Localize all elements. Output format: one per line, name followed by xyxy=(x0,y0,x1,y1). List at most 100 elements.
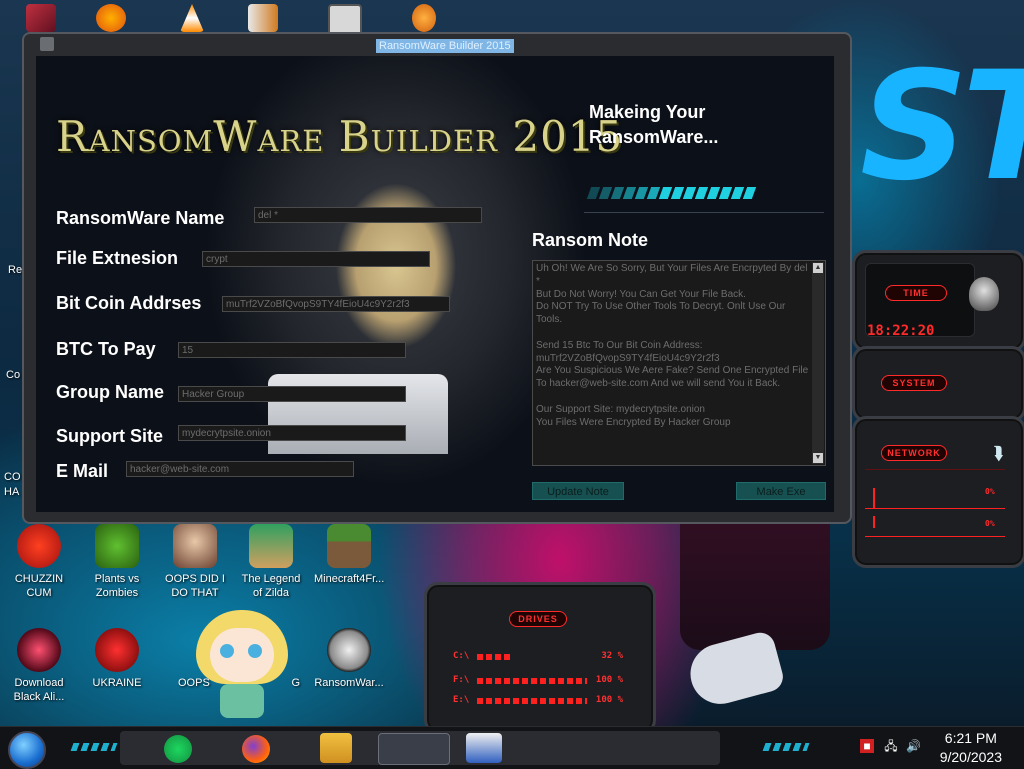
ransomware-name-label: RansomWare Name xyxy=(56,208,225,228)
note-line: Send 15 Btc To Our Bit Coin Address: muT… xyxy=(536,339,720,364)
desktop-icon-label: Download Black Ali... xyxy=(13,677,65,703)
drive-bar xyxy=(477,698,587,704)
desktop-icon-ransomware[interactable]: RansomWar... xyxy=(314,628,384,690)
support-site-input[interactable]: mydecrytpsite.onion xyxy=(178,425,406,441)
alien-download-icon xyxy=(17,628,61,672)
email-input[interactable]: hacker@web-site.com xyxy=(126,461,354,477)
taskbar-clock[interactable]: 6:21 PM 9/20/2023 xyxy=(940,729,1002,767)
desktop-icon-label: Plants vs Zombies xyxy=(94,573,140,599)
file-extension-input[interactable]: crypt xyxy=(202,251,430,267)
ransomware-taskbar-icon[interactable] xyxy=(378,733,450,765)
btc-to-pay-label: BTC To Pay xyxy=(56,339,156,359)
start-button[interactable] xyxy=(8,731,46,769)
desktop-icon-label: UKRAINE xyxy=(92,677,142,689)
note-line: You Files Were Encrypted By Hacker Group xyxy=(536,416,731,428)
desktop-icon-minecraft[interactable]: Minecraft4Fr... xyxy=(314,524,384,586)
note-line xyxy=(536,327,809,340)
desktop-icon-chuzzin[interactable]: CHUZZIN CUM xyxy=(4,524,74,600)
side-label-2: Co xyxy=(6,369,21,381)
side-label-4: HA xyxy=(4,486,20,498)
window-title: RansomWare Builder 2015 xyxy=(376,39,514,53)
scroll-up-arrow-icon[interactable]: ▲ xyxy=(813,263,823,273)
wallpaper-graphic-text: ST xyxy=(860,40,1024,214)
taskbar: ■ 🖧 🔊 6:21 PM 9/20/2023 xyxy=(0,726,1024,769)
desktop-icon-label: Minecraft4Fr... xyxy=(314,573,385,585)
desktop-icon-black-alien[interactable]: Download Black Ali... xyxy=(4,628,74,704)
spotify-taskbar-icon[interactable] xyxy=(164,735,192,763)
gadget-system[interactable]: SYSTEM xyxy=(852,346,1024,422)
file-extension-label: File Extnesion xyxy=(56,248,179,268)
gadget-network[interactable]: NETWORK 0% 0% ⮯ xyxy=(852,416,1024,568)
update-note-button[interactable]: Update Note xyxy=(532,482,624,500)
clock-time: 6:21 PM xyxy=(944,730,997,746)
note-line: But Do Not Worry! You Can Get Your File … xyxy=(536,288,746,300)
top-icon-6[interactable] xyxy=(412,4,436,32)
desktop-icon-ukraine[interactable]: UKRAINE xyxy=(82,628,152,690)
volume-tray-icon[interactable]: 🔊 xyxy=(906,739,921,753)
network-label: NETWORK xyxy=(881,445,947,461)
taskbar-decoration-left xyxy=(70,743,118,751)
make-exe-button[interactable]: Make Exe xyxy=(736,482,826,500)
note-scrollbar[interactable]: ▲ ▼ xyxy=(812,262,824,464)
chuzzle-icon xyxy=(17,524,61,568)
drive-name: C:\ xyxy=(453,651,470,661)
side-label-3: CO xyxy=(4,471,21,483)
note-line: Our Support Site: mydecrytpsite.onion xyxy=(536,403,705,415)
window-app-icon[interactable] xyxy=(40,37,54,51)
desktop-icon-zilda[interactable]: The Legend of Zilda xyxy=(236,524,306,600)
gadget-drives[interactable]: DRIVES C:\ 32 % F:\ 100 % E:\ 100 % xyxy=(424,582,656,734)
side-label-1: Re xyxy=(8,264,23,276)
gadget-time[interactable]: TIME 18:22:20 xyxy=(852,250,1024,352)
drive-bar xyxy=(477,678,587,684)
h2-taskbar-icon[interactable] xyxy=(466,733,502,763)
firefox-taskbar-icon[interactable] xyxy=(242,735,270,763)
top-icon-1[interactable] xyxy=(26,4,56,32)
desktop-icon-label: CHUZZIN CUM xyxy=(14,573,64,599)
drive-pct: 32 % xyxy=(601,651,623,661)
firefox-top-icon[interactable] xyxy=(96,4,126,32)
ransom-note-label: Ransom Note xyxy=(532,230,649,250)
network-down-value: 0% xyxy=(985,519,995,528)
network-arrow-icon: ⮯ xyxy=(993,443,1004,463)
note-line: Uh Oh! We Are So Sorry, But Your Files A… xyxy=(536,263,808,287)
drive-name: E:\ xyxy=(453,695,470,705)
group-name-input[interactable]: Hacker Group xyxy=(178,386,406,402)
btc-to-pay-input[interactable]: 15 xyxy=(178,342,406,358)
time-value: 18:22:20 xyxy=(867,323,935,339)
window-body: RansomWare Builder 2015 Makeing Your Ran… xyxy=(36,56,834,512)
portrait-icon xyxy=(173,524,217,568)
minecraft-icon xyxy=(327,524,371,568)
action-center-icon[interactable]: ■ xyxy=(860,739,874,753)
time-label: TIME xyxy=(885,285,947,301)
drive-pct: 100 % xyxy=(595,695,623,705)
status-text: Makeing Your RansomWare... xyxy=(589,102,719,147)
ransomware-builder-window[interactable]: RansomWare Builder 2015 RansomWare Build… xyxy=(22,32,852,524)
group-name-label: Group Name xyxy=(56,382,165,402)
ransom-note-textarea[interactable]: Uh Oh! We Are So Sorry, But Your Files A… xyxy=(532,260,826,466)
note-line: Do NOT Try To Use Other Tools To Decryt.… xyxy=(536,301,786,326)
scroll-down-arrow-icon[interactable]: ▼ xyxy=(813,453,823,463)
drive-name: F:\ xyxy=(453,675,470,685)
support-site-label: Support Site xyxy=(56,426,163,446)
bitcoin-address-input[interactable]: muTrf2VZoBfQvopS9TY4fEioU4c9Y2r2f3 xyxy=(222,296,450,312)
network-tray-icon[interactable]: 🖧 xyxy=(884,739,898,753)
app-banner-title: RansomWare Builder 2015 xyxy=(56,112,624,161)
skull-icon xyxy=(327,628,371,672)
file-explorer-taskbar-icon[interactable] xyxy=(320,733,352,763)
header-divider xyxy=(584,212,824,213)
drive-bar xyxy=(477,654,512,660)
network-graph xyxy=(865,469,1005,540)
desktop-icon-label: RansomWar... xyxy=(314,677,384,689)
ransomware-name-input[interactable]: del * xyxy=(254,207,482,223)
desktop-icon-pvz[interactable]: Plants vs Zombies xyxy=(82,524,152,600)
radiation-icon xyxy=(95,628,139,672)
network-up-value: 0% xyxy=(985,487,995,496)
top-icon-4[interactable] xyxy=(248,4,278,32)
drives-label: DRIVES xyxy=(509,611,567,627)
desktop-icon-oops[interactable]: OOPS DID I DO THAT xyxy=(160,524,230,600)
note-line xyxy=(536,391,809,404)
bitcoin-address-label: Bit Coin Addrses xyxy=(56,293,202,313)
drive-pct: 100 % xyxy=(595,675,623,685)
clock-date: 9/20/2023 xyxy=(939,749,1002,765)
plants-vs-zombies-icon xyxy=(95,524,139,568)
